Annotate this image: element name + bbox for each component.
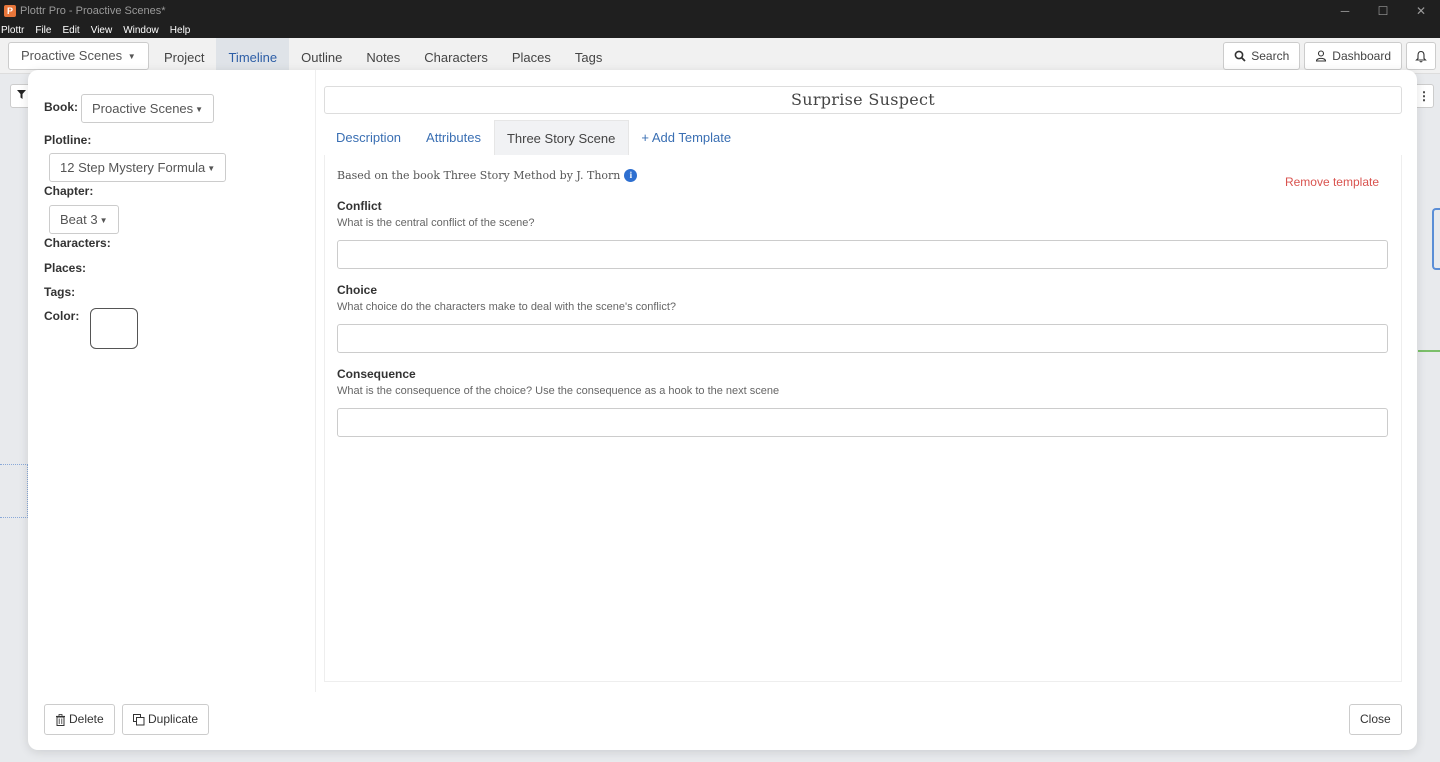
- consequence-description: What is the consequence of the choice? U…: [337, 385, 780, 397]
- tab-attributes[interactable]: Attributes: [414, 120, 494, 155]
- caret-down-icon: ▼: [99, 216, 108, 226]
- conflict-title: Conflict: [337, 199, 382, 213]
- dashboard-button[interactable]: Dashboard: [1304, 42, 1402, 70]
- close-window-button[interactable]: ✕: [1402, 0, 1440, 22]
- tab-characters[interactable]: Characters: [412, 38, 500, 74]
- menu-file[interactable]: File: [35, 25, 51, 36]
- tab-description[interactable]: Description: [324, 120, 414, 155]
- chapter-dropdown[interactable]: Beat 3 ▼: [49, 205, 119, 234]
- color-picker-swatch[interactable]: [90, 308, 138, 349]
- chapter-dropdown-value: Beat 3: [60, 212, 98, 227]
- book-selector-label: Proactive Scenes: [21, 48, 123, 63]
- consequence-input[interactable]: [337, 408, 1388, 437]
- book-dropdown-value: Proactive Scenes: [92, 101, 194, 116]
- plotline-label: Plotline:: [44, 133, 92, 147]
- template-source-text: Based on the book Three Story Method by …: [337, 169, 621, 182]
- bell-icon: [1415, 50, 1427, 62]
- tab-timeline[interactable]: Timeline: [216, 38, 290, 74]
- plotline-dropdown-value: 12 Step Mystery Formula: [60, 160, 206, 175]
- add-template-tab[interactable]: + Add Template: [629, 120, 744, 155]
- filter-icon: [16, 90, 26, 99]
- choice-title: Choice: [337, 283, 378, 297]
- book-label: Book:: [44, 100, 78, 114]
- search-button-label: Search: [1251, 49, 1290, 63]
- delete-button[interactable]: Delete: [44, 704, 115, 735]
- menu-help[interactable]: Help: [170, 25, 191, 36]
- book-selector-dropdown[interactable]: Proactive Scenes ▼: [8, 42, 149, 70]
- window-title: Plottr Pro - Proactive Scenes*: [20, 5, 166, 17]
- app-logo-icon: P: [4, 5, 16, 17]
- scene-details-panel: Book: Proactive Scenes ▼ Plotline: 12 Ste…: [28, 70, 316, 692]
- search-icon: [1234, 50, 1246, 62]
- tab-tags[interactable]: Tags: [563, 38, 614, 74]
- consequence-title: Consequence: [337, 367, 416, 381]
- nav-bar: Proactive Scenes ▼ Project Timeline Outl…: [0, 38, 1440, 74]
- remove-template-link[interactable]: Remove template: [1285, 175, 1379, 189]
- more-options-button[interactable]: ⋮: [1414, 84, 1434, 108]
- chapter-label: Chapter:: [44, 184, 94, 198]
- duplicate-icon: [133, 713, 145, 725]
- menu-edit[interactable]: Edit: [62, 25, 79, 36]
- template-panel: Based on the book Three Story Method by …: [324, 155, 1402, 682]
- timeline-empty-cell: [0, 464, 28, 518]
- minimize-button[interactable]: ─: [1326, 0, 1364, 22]
- tab-places[interactable]: Places: [500, 38, 563, 74]
- maximize-button[interactable]: ☐: [1364, 0, 1402, 22]
- duplicate-button-label: Duplicate: [148, 712, 199, 726]
- scene-tabs: Description Attributes Three Story Scene…: [324, 120, 744, 155]
- caret-down-icon: ▼: [207, 164, 216, 174]
- delete-button-label: Delete: [69, 712, 104, 726]
- nav-tabs: Project Timeline Outline Notes Character…: [152, 38, 614, 74]
- places-label: Places:: [44, 261, 87, 275]
- template-source: Based on the book Three Story Method by …: [337, 169, 638, 182]
- scene-title-input[interactable]: Surprise Suspect: [324, 86, 1402, 114]
- scene-edit-modal: Book: Proactive Scenes ▼ Plotline: 12 Ste…: [28, 70, 1417, 750]
- menu-plottr[interactable]: Plottr: [1, 25, 24, 36]
- tags-label: Tags:: [44, 285, 76, 299]
- tab-outline[interactable]: Outline: [289, 38, 354, 74]
- choice-description: What choice do the characters make to de…: [337, 301, 676, 313]
- close-button[interactable]: Close: [1349, 704, 1402, 735]
- caret-down-icon: ▼: [195, 105, 204, 115]
- duplicate-button[interactable]: Duplicate: [122, 704, 210, 735]
- timeline-plotline-line: [1418, 350, 1440, 352]
- tab-three-story-scene[interactable]: Three Story Scene: [493, 120, 630, 155]
- close-button-label: Close: [1360, 712, 1391, 726]
- info-icon[interactable]: i: [624, 169, 638, 182]
- conflict-input[interactable]: [337, 240, 1388, 269]
- notifications-button[interactable]: [1406, 42, 1436, 70]
- menu-view[interactable]: View: [91, 25, 113, 36]
- book-dropdown[interactable]: Proactive Scenes ▼: [81, 94, 215, 123]
- characters-label: Characters:: [44, 236, 111, 250]
- choice-input[interactable]: [337, 324, 1388, 353]
- window-titlebar: P Plottr Pro - Proactive Scenes* ─ ☐ ✕: [0, 0, 1440, 22]
- dashboard-button-label: Dashboard: [1332, 49, 1391, 63]
- tab-project[interactable]: Project: [152, 38, 216, 74]
- caret-down-icon: ▼: [127, 51, 136, 61]
- search-button[interactable]: Search: [1223, 42, 1301, 70]
- menu-bar: Plottr File Edit View Window Help: [0, 22, 1440, 38]
- vertical-dots-icon: ⋮: [1418, 89, 1430, 103]
- user-icon: [1316, 50, 1327, 62]
- plotline-dropdown[interactable]: 12 Step Mystery Formula ▼: [49, 153, 227, 182]
- menu-window[interactable]: Window: [123, 25, 159, 36]
- color-label: Color:: [44, 309, 80, 323]
- nav-right-actions: Search Dashboard: [1223, 42, 1436, 70]
- window-controls: ─ ☐ ✕: [1326, 0, 1440, 22]
- conflict-description: What is the central conflict of the scen…: [337, 217, 535, 229]
- timeline-card-edge: [1432, 208, 1440, 270]
- tab-notes[interactable]: Notes: [354, 38, 412, 74]
- trash-icon: [56, 713, 65, 726]
